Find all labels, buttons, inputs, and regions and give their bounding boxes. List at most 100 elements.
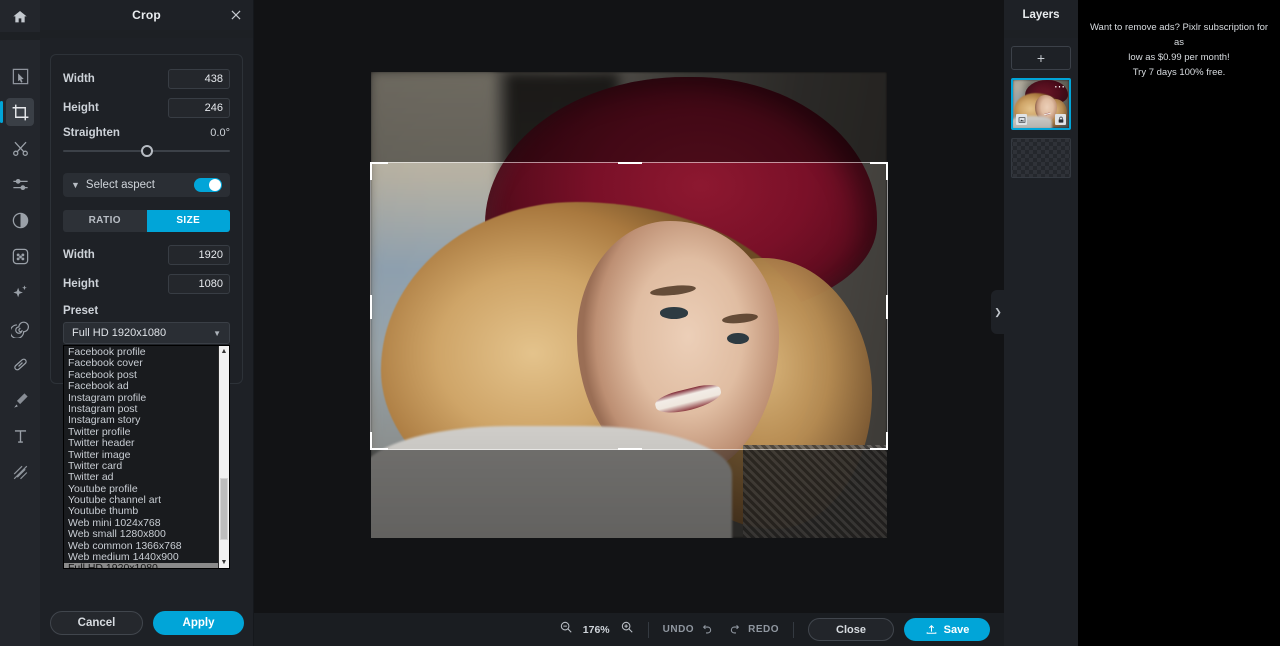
lock-icon[interactable] bbox=[1055, 114, 1066, 125]
crop-settings-card: Width 438 Height 246 Straighten 0.0° ▼ S… bbox=[50, 54, 243, 569]
more-dots-icon[interactable]: ⋯ bbox=[1054, 82, 1066, 93]
crop-handle-top-center[interactable] bbox=[618, 162, 642, 164]
crop-height-input[interactable]: 246 bbox=[168, 98, 230, 118]
toolbar-divider-2 bbox=[793, 621, 794, 638]
crop-panel-footer: Cancel Apply bbox=[40, 600, 254, 646]
panel-title: Crop bbox=[132, 8, 161, 22]
bandage-icon bbox=[13, 358, 27, 370]
crop-shade-top bbox=[371, 72, 887, 162]
zoom-out-button[interactable] bbox=[559, 620, 573, 639]
slider-knob[interactable] bbox=[140, 145, 153, 157]
dotted-square-icon bbox=[12, 248, 28, 264]
select-aspect-toggle[interactable] bbox=[194, 178, 222, 192]
panel-divider bbox=[40, 30, 253, 38]
tool-list bbox=[0, 62, 34, 494]
scroll-down-arrow-icon[interactable]: ▼ bbox=[219, 557, 229, 568]
crop-panel-body: Width 438 Height 246 Straighten 0.0° ▼ S… bbox=[40, 38, 253, 569]
chevron-down-icon: ▼ bbox=[213, 328, 221, 338]
home-button[interactable] bbox=[0, 2, 40, 32]
size-width-input[interactable]: 1920 bbox=[168, 245, 230, 265]
liquify-tool[interactable] bbox=[6, 314, 34, 342]
pattern-tool[interactable] bbox=[6, 458, 34, 486]
preset-option[interactable]: Facebook ad bbox=[64, 380, 218, 392]
text-tool[interactable] bbox=[6, 422, 34, 450]
cutout-tool[interactable] bbox=[6, 134, 34, 162]
save-button[interactable]: Save bbox=[904, 618, 990, 641]
toolbar-divider-1 bbox=[647, 621, 649, 638]
zoom-in-icon bbox=[621, 621, 633, 633]
crop-width-label: Width bbox=[63, 73, 95, 85]
straighten-value: 0.0° bbox=[210, 127, 230, 139]
undo-arrow-icon bbox=[703, 624, 712, 633]
retouch-tool[interactable] bbox=[6, 350, 34, 378]
save-label: Save bbox=[943, 623, 970, 636]
straighten-slider[interactable] bbox=[63, 143, 230, 159]
scroll-up-arrow-icon[interactable]: ▲ bbox=[219, 346, 229, 357]
plus-icon: + bbox=[1036, 50, 1046, 66]
spiral-icon bbox=[10, 321, 29, 338]
crop-tool[interactable] bbox=[0, 98, 34, 126]
image-icon bbox=[1016, 114, 1027, 125]
crop-handle-top-left-v[interactable] bbox=[370, 162, 372, 180]
crop-shade-bottom bbox=[371, 450, 887, 538]
crop-handle-top-left[interactable] bbox=[370, 162, 388, 164]
preset-select[interactable]: Full HD 1920x1080 ▼ bbox=[63, 322, 230, 344]
add-layer-button[interactable]: + bbox=[1011, 46, 1071, 70]
save-upload-icon bbox=[926, 624, 936, 634]
apply-button[interactable]: Apply bbox=[153, 611, 244, 635]
ai-tool[interactable] bbox=[6, 278, 34, 306]
image-canvas[interactable] bbox=[370, 72, 888, 538]
preset-dropdown-list[interactable]: Facebook profile Facebook cover Facebook p… bbox=[63, 345, 230, 569]
crop-handle-middle-left[interactable] bbox=[370, 295, 372, 319]
dropdown-scrollbar[interactable]: ▲ ▼ bbox=[218, 346, 229, 568]
size-mode-button[interactable]: SIZE bbox=[146, 210, 230, 232]
undo-button[interactable]: UNDO bbox=[663, 623, 713, 637]
ad-panel: Want to remove ads? Pixlr subscription f… bbox=[1078, 0, 1280, 646]
crop-handle-top-right-v[interactable] bbox=[886, 162, 888, 180]
crop-handle-bottom-right-v[interactable] bbox=[886, 432, 888, 450]
adjust-tool[interactable] bbox=[6, 170, 34, 198]
size-height-input[interactable]: 1080 bbox=[168, 274, 230, 294]
preset-option[interactable]: Twitter ad bbox=[64, 471, 218, 483]
effect-tool[interactable] bbox=[6, 242, 34, 270]
select-aspect-row[interactable]: ▼ Select aspect bbox=[63, 173, 230, 197]
sliders-icon bbox=[12, 178, 28, 190]
ad-text[interactable]: Want to remove ads? Pixlr subscription f… bbox=[1078, 0, 1280, 80]
cursor-select-icon bbox=[12, 68, 28, 84]
layers-divider bbox=[1004, 30, 1078, 38]
preset-option[interactable]: Full HD 1920x1080 bbox=[64, 563, 218, 568]
cancel-button[interactable]: Cancel bbox=[50, 611, 143, 635]
collapse-panel-handle[interactable]: ❯ bbox=[991, 290, 1005, 334]
crop-handle-bottom-center[interactable] bbox=[618, 448, 642, 450]
layer-item-photo[interactable]: ⋯ bbox=[1011, 78, 1071, 130]
crop-panel-header: Crop bbox=[40, 0, 253, 30]
preset-option-list[interactable]: Facebook profile Facebook cover Facebook p… bbox=[64, 346, 218, 568]
canvas-stage[interactable]: 438 x 396 px @ 176% ❯ bbox=[254, 0, 1005, 646]
redo-button[interactable]: REDO bbox=[729, 623, 779, 637]
layer-item-background[interactable] bbox=[1011, 138, 1071, 178]
scrollbar-thumb[interactable] bbox=[220, 478, 228, 540]
draw-tool[interactable] bbox=[6, 386, 34, 414]
close-button[interactable]: Close bbox=[808, 618, 894, 641]
layers-list: + ⋯ bbox=[1004, 38, 1078, 186]
zoom-controls: 176% bbox=[559, 620, 634, 639]
crop-width-input[interactable]: 438 bbox=[168, 69, 230, 89]
crop-selection[interactable] bbox=[370, 162, 888, 450]
tone-tool[interactable] bbox=[6, 206, 34, 234]
hatch-icon bbox=[13, 465, 27, 479]
close-panel-button[interactable] bbox=[229, 8, 243, 22]
layers-title: Layers bbox=[1022, 9, 1060, 21]
straighten-label: Straighten bbox=[63, 127, 120, 139]
contrast-circle-icon bbox=[12, 212, 28, 228]
size-width-label: Width bbox=[63, 249, 95, 261]
lock-glyph bbox=[1058, 116, 1063, 123]
arrange-tool[interactable] bbox=[6, 62, 34, 90]
ratio-mode-button[interactable]: RATIO bbox=[63, 210, 147, 232]
crop-handle-bottom-left-v[interactable] bbox=[370, 432, 372, 450]
preset-option[interactable]: Web small 1280x800 bbox=[64, 528, 218, 540]
preset-option[interactable]: Twitter header bbox=[64, 437, 218, 449]
preset-selected-value: Full HD 1920x1080 bbox=[72, 327, 167, 339]
crop-handle-bottom-left[interactable] bbox=[370, 448, 388, 450]
crop-handle-middle-right[interactable] bbox=[886, 295, 888, 319]
zoom-in-button[interactable] bbox=[620, 620, 634, 639]
